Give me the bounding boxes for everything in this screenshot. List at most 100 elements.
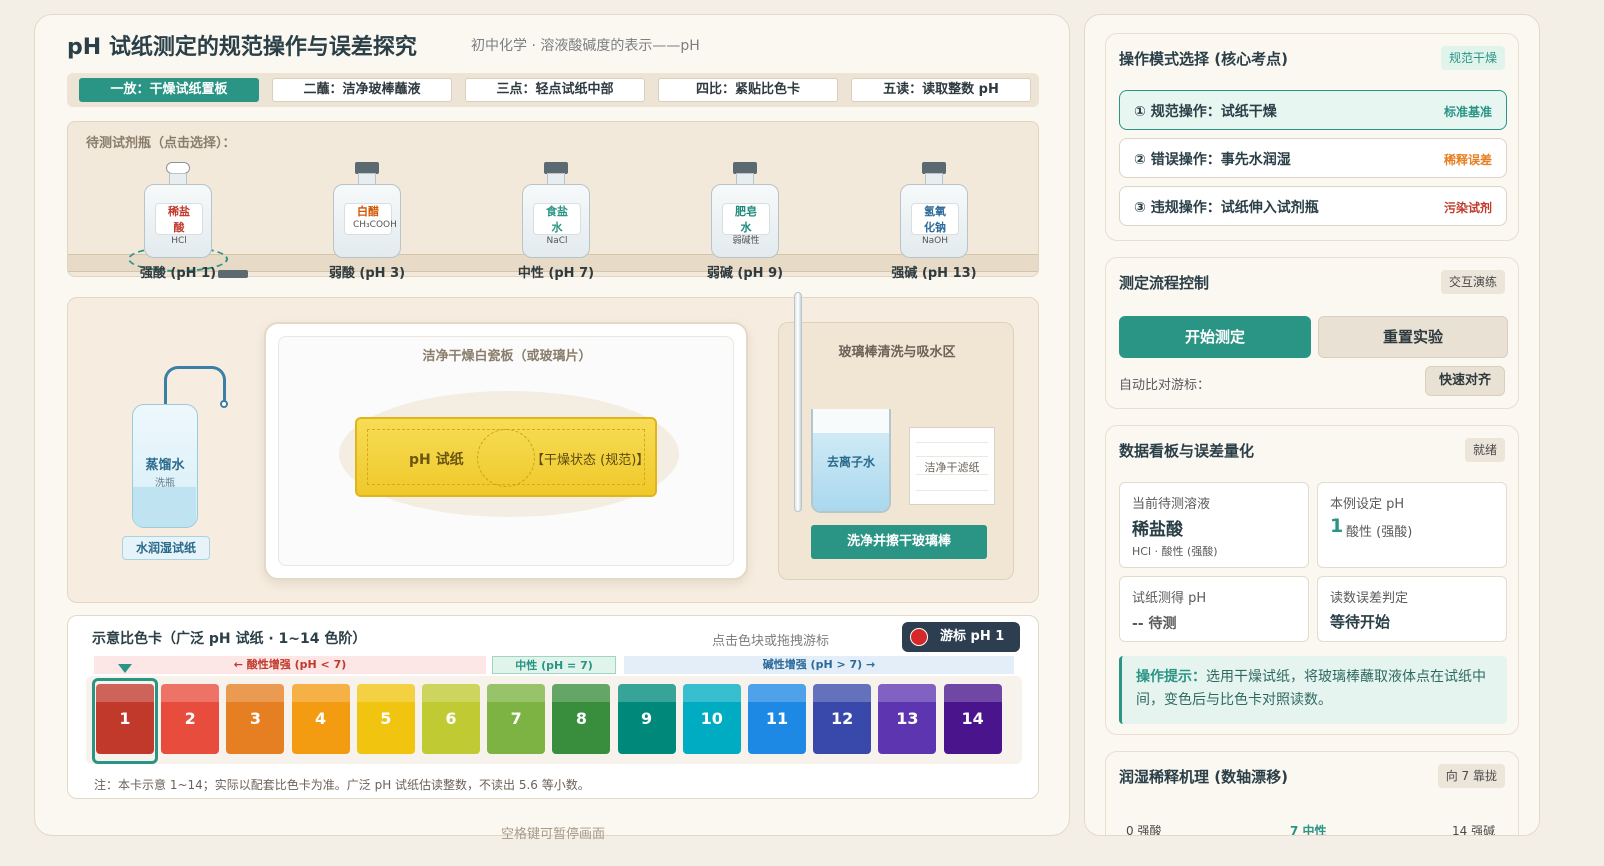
- step-4-button[interactable]: 四比：紧贴比色卡: [658, 78, 838, 102]
- ph-paper-strip[interactable]: pH 试纸 【干燥状态 (规范)】: [355, 417, 657, 497]
- bottle-name: 稀盐酸: [168, 205, 190, 234]
- swatch-ph-9[interactable]: 9: [617, 684, 676, 754]
- tile-title: 洁净干燥白瓷板（或玻璃片）: [422, 349, 592, 364]
- swatch-label: 5: [380, 709, 392, 728]
- stat-judge: 读数误差判定 等待开始: [1317, 576, 1507, 642]
- pause-hint: 空格键可暂停画面: [500, 827, 605, 842]
- bottle-naoh[interactable]: 氢氧化钠 NaOH: [900, 162, 968, 258]
- bottle-hcl[interactable]: 稀盐酸 HCl: [144, 162, 212, 258]
- step-2-button[interactable]: 二蘸：洁净玻棒蘸液: [272, 78, 452, 102]
- bottle-formula: NaOH: [921, 236, 949, 246]
- stat-current: 当前待测溶液 稀盐酸 HCl · 酸性 (强酸): [1119, 482, 1309, 568]
- bottle-formula: NaCl: [546, 236, 568, 246]
- swatch-ph-5[interactable]: 5: [356, 684, 415, 754]
- bottle-formula: 弱碱性: [732, 236, 760, 246]
- sidebar[interactable]: 操作模式选择 (核心考点) 规范干燥 ① 规范操作：试纸干燥 标准基准 ② 错误…: [1084, 14, 1540, 836]
- swatch-ph-10[interactable]: 10: [682, 684, 741, 754]
- swatch-ph-3[interactable]: 3: [226, 684, 285, 754]
- start-button[interactable]: 开始测定: [1119, 316, 1311, 358]
- card-note: 注：本卡示意 1~14；实际以配套比色卡为准。广泛 pH 试纸估读整数，不读出 …: [94, 778, 590, 792]
- swatch-ph-11[interactable]: 11: [748, 684, 806, 754]
- mode-option-dry[interactable]: ① 规范操作：试纸干燥 标准基准: [1119, 90, 1507, 130]
- mode-title: 操作模式选择 (核心考点): [1119, 50, 1288, 68]
- color-card: 示意比色卡（广泛 pH 试纸 · 1~14 色阶） 点击色块或拖拽游标 游标 p…: [67, 615, 1039, 799]
- quick-align-button[interactable]: 快速对齐: [1425, 366, 1505, 396]
- beaker-label: 去离子水: [826, 455, 875, 469]
- strip-status: 【干燥状态 (规范)】: [531, 453, 650, 468]
- stat-label: 读数误差判定: [1330, 591, 1409, 606]
- stat-label: 本例设定 pH: [1330, 497, 1405, 512]
- reset-button[interactable]: 重置实验: [1318, 316, 1508, 358]
- stat-value: 1: [1330, 515, 1344, 537]
- stat-measured: 试纸测得 pH -- 待测: [1119, 576, 1309, 642]
- swatch-ph-12[interactable]: 12: [813, 684, 872, 754]
- swatch-label: 14: [961, 709, 984, 728]
- mode-label: ② 错误操作：事先水润湿: [1134, 152, 1291, 168]
- data-tag: 就绪: [1464, 438, 1505, 462]
- step-5-button[interactable]: 五读：读取整数 pH: [851, 78, 1031, 102]
- swatch-ph-13[interactable]: 13: [878, 684, 937, 754]
- swatch-label: 9: [641, 709, 653, 728]
- mode-option-dip[interactable]: ③ 违规操作：试纸伸入试剂瓶 污染试剂: [1119, 186, 1507, 226]
- stat-preset: 本例设定 pH 1 酸性 (强酸): [1317, 482, 1507, 568]
- bottle-name: 食盐水: [546, 205, 568, 234]
- bottle-soap[interactable]: 肥皂水 弱碱性: [711, 162, 779, 258]
- filter-label: 洁净干滤纸: [924, 461, 980, 474]
- zone-neutral: 中性 (pH = 7): [492, 656, 616, 674]
- dilution-tag: 向 7 靠拢: [1437, 764, 1505, 788]
- axis-mid-label: 7 中性: [1290, 824, 1327, 836]
- wash-bottle-sub: 洗瓶: [155, 478, 175, 489]
- drop-target[interactable]: [477, 429, 535, 487]
- bottle-vinegar[interactable]: 白醋 CH₃COOH: [333, 162, 401, 258]
- tip-head: 操作提示：: [1136, 669, 1206, 685]
- align-label: 自动比对游标：: [1119, 378, 1211, 393]
- flow-tag: 交互演练: [1440, 270, 1505, 294]
- page-subtitle: 初中化学 · 溶液酸碱度的表示——pH: [471, 38, 700, 54]
- cursor-triangle-icon[interactable]: [118, 664, 132, 673]
- mode-tag: 规范干燥: [1440, 46, 1505, 70]
- main-panel: pH 试纸测定的规范操作与误差探究 初中化学 · 溶液酸碱度的表示——pH 一放…: [34, 14, 1070, 842]
- mode-label: ③ 违规操作：试纸伸入试剂瓶: [1134, 200, 1319, 216]
- card-hint: 点击色块或拖拽游标: [712, 634, 830, 649]
- step-bar: 一放：干燥试纸置板 二蘸：洁净玻棒蘸液 三点：轻点试纸中部 四比：紧贴比色卡 五…: [67, 73, 1039, 107]
- bottle-caption: 中性 (pH 7): [517, 266, 595, 281]
- white-tile: 洁净干燥白瓷板（或玻璃片） pH 试纸 【干燥状态 (规范)】: [264, 322, 748, 580]
- swatch-label: 4: [315, 709, 327, 728]
- step-3-button[interactable]: 三点：轻点试纸中部: [465, 78, 645, 102]
- dilution-box: 润湿稀释机理 (数轴漂移) 向 7 靠拢 0 强酸 7 中性 14 强碱: [1105, 751, 1519, 836]
- bottle-formula: CH₃COOH: [353, 220, 397, 230]
- mode-note: 污染试剂: [1443, 201, 1492, 215]
- swatch-ph-6[interactable]: 6: [422, 684, 480, 754]
- zone-acid: ← 酸性增强 (pH < 7): [94, 656, 486, 674]
- swatch-ph-7[interactable]: 7: [487, 684, 546, 754]
- data-box: 数据看板与误差量化 就绪 当前待测溶液 稀盐酸 HCl · 酸性 (强酸) 本例…: [1105, 425, 1519, 735]
- data-title: 数据看板与误差量化: [1119, 442, 1255, 460]
- strip-name: pH 试纸: [409, 452, 464, 468]
- swatch-cursor[interactable]: [92, 678, 158, 764]
- bottle-name: 肥皂水: [735, 205, 757, 234]
- stat-sub: HCl · 酸性 (强酸): [1132, 545, 1218, 558]
- dilution-title: 润湿稀释机理 (数轴漂移): [1119, 768, 1288, 786]
- axis-left-label: 0 强酸: [1126, 824, 1162, 836]
- zone-base: 碱性增强 (pH > 7) →: [624, 656, 1014, 674]
- swatch-ph-8[interactable]: 8: [552, 684, 611, 754]
- stat-value: 稀盐酸: [1132, 520, 1183, 540]
- swatch-ph-4[interactable]: 4: [291, 684, 350, 754]
- bottle-nacl[interactable]: 食盐水 NaCl: [522, 162, 590, 258]
- bottle-caption: 强碱 (pH 13): [891, 266, 977, 281]
- cursor-dot-icon: [910, 628, 928, 646]
- swatch-ph-2[interactable]: 2: [161, 684, 220, 754]
- shelf-label: 待测试剂瓶（点击选择）：: [86, 136, 236, 151]
- swatch-ph-14[interactable]: 14: [943, 684, 1002, 754]
- cursor-label: 游标 pH 1: [940, 629, 1005, 644]
- step-1-button[interactable]: 一放：干燥试纸置板: [79, 78, 259, 102]
- swatch-label: 12: [831, 709, 854, 728]
- bottle-caption: 强酸 (pH 1): [139, 266, 217, 281]
- glass-rod[interactable]: [794, 292, 802, 512]
- swatch-label: 13: [896, 709, 919, 728]
- rinse-rod-button[interactable]: 洗净并擦干玻璃棒: [811, 525, 987, 559]
- stat-value: 等待开始: [1330, 613, 1391, 631]
- swatch-label: 6: [445, 709, 457, 728]
- mode-option-wet[interactable]: ② 错误操作：事先水润湿 稀释误差: [1119, 138, 1507, 178]
- wet-paper-button[interactable]: 水润湿试纸: [122, 536, 210, 560]
